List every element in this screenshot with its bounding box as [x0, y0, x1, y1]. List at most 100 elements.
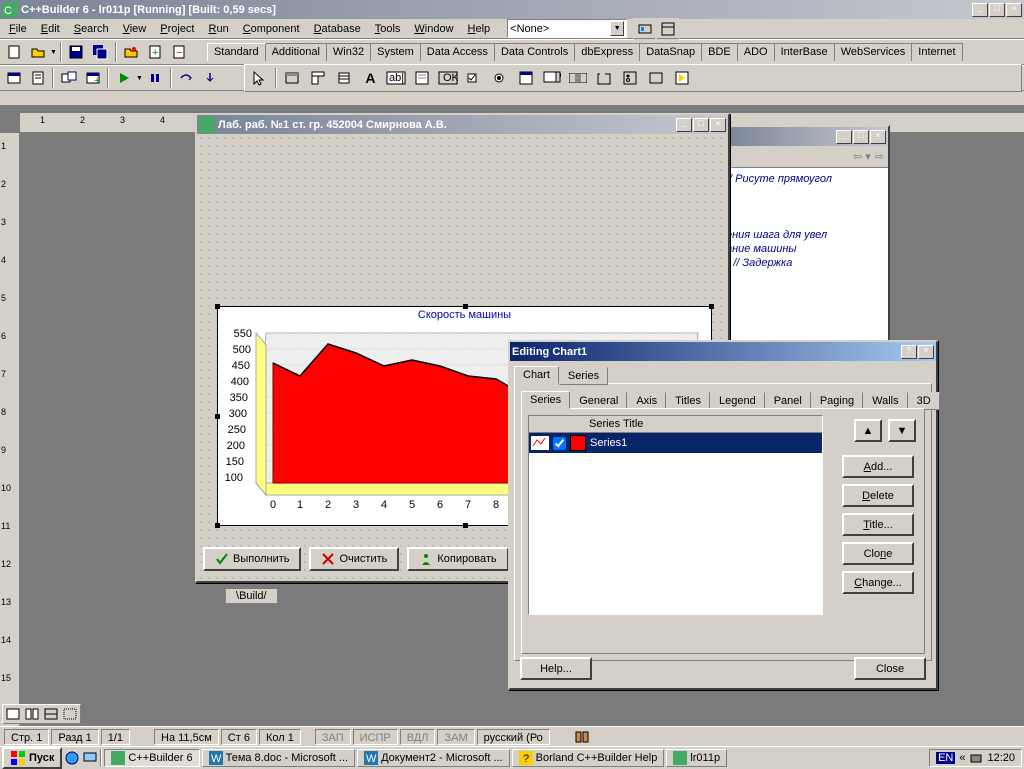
series-visible-checkbox[interactable] — [553, 437, 566, 450]
build-tab[interactable]: \Build/ — [225, 589, 278, 604]
view-unit-button[interactable] — [26, 67, 49, 89]
copy-button[interactable]: Копировать — [407, 547, 508, 571]
menu-component[interactable]: Component — [236, 21, 307, 37]
palette-tab-dataaccess[interactable]: Data Access — [420, 43, 495, 61]
scrollbar-icon[interactable] — [566, 66, 591, 91]
menu-view[interactable]: View — [116, 21, 154, 37]
groupbox-icon[interactable] — [592, 66, 617, 91]
tray-lang[interactable]: EN — [936, 752, 955, 764]
menu-tools[interactable]: Tools — [368, 21, 408, 37]
ql-desktop-icon[interactable] — [82, 750, 98, 766]
clear-button[interactable]: Очистить — [309, 547, 399, 571]
start-button[interactable]: Пуск — [2, 747, 62, 769]
add-file-button[interactable]: + — [144, 41, 167, 63]
view-icon-1[interactable] — [4, 706, 22, 722]
code-min-button[interactable]: _ — [836, 130, 852, 144]
dialog-titlebar[interactable]: Editing Chart1 ? × — [510, 342, 936, 361]
form-titlebar[interactable]: Лаб. раб. №1 ст. гр. 452004 Смирнова А.В… — [197, 115, 728, 134]
series-row-1[interactable]: Series1 — [529, 433, 822, 453]
menu-search[interactable]: Search — [67, 21, 116, 37]
pointer-icon[interactable] — [247, 66, 272, 91]
menu-database[interactable]: Database — [307, 21, 368, 37]
task-word1[interactable]: W Тема 8.doc - Microsoft ... — [202, 749, 355, 767]
maximize-button[interactable]: □ — [989, 3, 1005, 17]
edit-icon[interactable]: ab| — [384, 66, 409, 91]
new-button[interactable] — [2, 41, 25, 63]
subtab-series[interactable]: Series — [521, 391, 570, 409]
move-down-button[interactable]: ▼ — [888, 419, 916, 442]
frames-icon[interactable] — [280, 66, 305, 91]
run-button-form[interactable]: Выполнить — [203, 547, 301, 571]
palette-tab-interbase[interactable]: InterBase — [774, 43, 835, 61]
palette-tab-internet[interactable]: Internet — [911, 43, 962, 61]
memo-icon[interactable] — [410, 66, 435, 91]
tray-icon-1[interactable]: « — [959, 752, 965, 764]
toolbar-icon-2[interactable] — [656, 18, 679, 40]
panel-icon[interactable] — [644, 66, 669, 91]
move-up-button[interactable]: ▲ — [854, 419, 882, 442]
mainmenu-icon[interactable] — [306, 66, 331, 91]
tab-chart[interactable]: Chart — [514, 366, 559, 384]
tray-icon-2[interactable] — [969, 751, 983, 765]
save-button[interactable] — [65, 41, 88, 63]
palette-tab-additional[interactable]: Additional — [265, 43, 327, 61]
delete-series-button[interactable]: Delete — [842, 484, 914, 507]
menu-project[interactable]: Project — [153, 21, 201, 37]
task-lr011p[interactable]: lr011p — [666, 749, 727, 767]
clone-series-button[interactable]: Clone — [842, 542, 914, 565]
combobox-icon[interactable]: ▼ — [540, 66, 565, 91]
step-into-button[interactable] — [199, 67, 222, 89]
radiogroup-icon[interactable] — [618, 66, 643, 91]
form-min-button[interactable]: _ — [676, 118, 692, 132]
component-combo[interactable]: <None> ▼ — [507, 19, 627, 38]
task-cppbuilder[interactable]: C++Builder 6 — [104, 749, 199, 767]
minimize-button[interactable]: _ — [972, 3, 988, 17]
toolbar-icon-1[interactable] — [633, 18, 656, 40]
menu-run[interactable]: Run — [202, 21, 236, 37]
code-max-button[interactable]: □ — [853, 130, 869, 144]
close-button[interactable]: × — [1006, 3, 1022, 17]
new-form-button[interactable]: + — [81, 67, 104, 89]
view-icon-4[interactable] — [61, 706, 79, 722]
book-icon[interactable] — [574, 730, 590, 744]
remove-file-button[interactable]: − — [168, 41, 191, 63]
saveall-button[interactable] — [89, 41, 112, 63]
combo-dropdown-icon[interactable]: ▼ — [610, 21, 624, 36]
dialog-close-button[interactable]: × — [918, 345, 934, 359]
button-icon[interactable]: OK — [436, 66, 461, 91]
label-icon[interactable]: A — [358, 66, 383, 91]
menu-help[interactable]: Help — [461, 21, 498, 37]
view-icon-3[interactable] — [42, 706, 60, 722]
palette-tab-standard[interactable]: Standard — [207, 43, 266, 61]
add-series-button[interactable]: Add... — [842, 455, 914, 478]
change-series-button[interactable]: Change... — [842, 571, 914, 594]
radiobutton-icon[interactable] — [488, 66, 513, 91]
series-list[interactable]: Series Title Series1 — [528, 415, 823, 615]
form-close-button[interactable]: × — [710, 118, 726, 132]
form-max-button[interactable]: □ — [693, 118, 709, 132]
menu-window[interactable]: Window — [407, 21, 460, 37]
code-close-button[interactable]: × — [870, 130, 886, 144]
palette-tab-ado[interactable]: ADO — [737, 43, 775, 61]
checkbox-icon[interactable] — [462, 66, 487, 91]
ql-ie-icon[interactable] — [64, 750, 80, 766]
series-color-swatch[interactable] — [570, 435, 586, 451]
title-series-button[interactable]: Title... — [842, 513, 914, 536]
listbox-icon[interactable] — [514, 66, 539, 91]
close-dialog-button[interactable]: Close — [854, 657, 926, 680]
palette-tab-datacontrols[interactable]: Data Controls — [494, 43, 575, 61]
toggle-form-button[interactable] — [57, 67, 80, 89]
palette-tab-webservices[interactable]: WebServices — [834, 43, 913, 61]
task-help[interactable]: ? Borland C++Builder Help — [512, 749, 665, 767]
palette-tab-dbexpress[interactable]: dbExpress — [574, 43, 640, 61]
palette-tab-win32[interactable]: Win32 — [326, 43, 371, 61]
tab-series-top[interactable]: Series — [559, 367, 608, 385]
task-word2[interactable]: W Документ2 - Microsoft ... — [357, 749, 510, 767]
menu-edit[interactable]: Edit — [34, 21, 67, 37]
popupmenu-icon[interactable] — [332, 66, 357, 91]
nav-fwd-icon[interactable]: ⇨ — [875, 150, 884, 163]
menu-file[interactable]: File — [2, 21, 34, 37]
help-button[interactable]: Help... — [520, 657, 592, 680]
pause-button[interactable] — [144, 67, 167, 89]
actionlist-icon[interactable] — [670, 66, 695, 91]
